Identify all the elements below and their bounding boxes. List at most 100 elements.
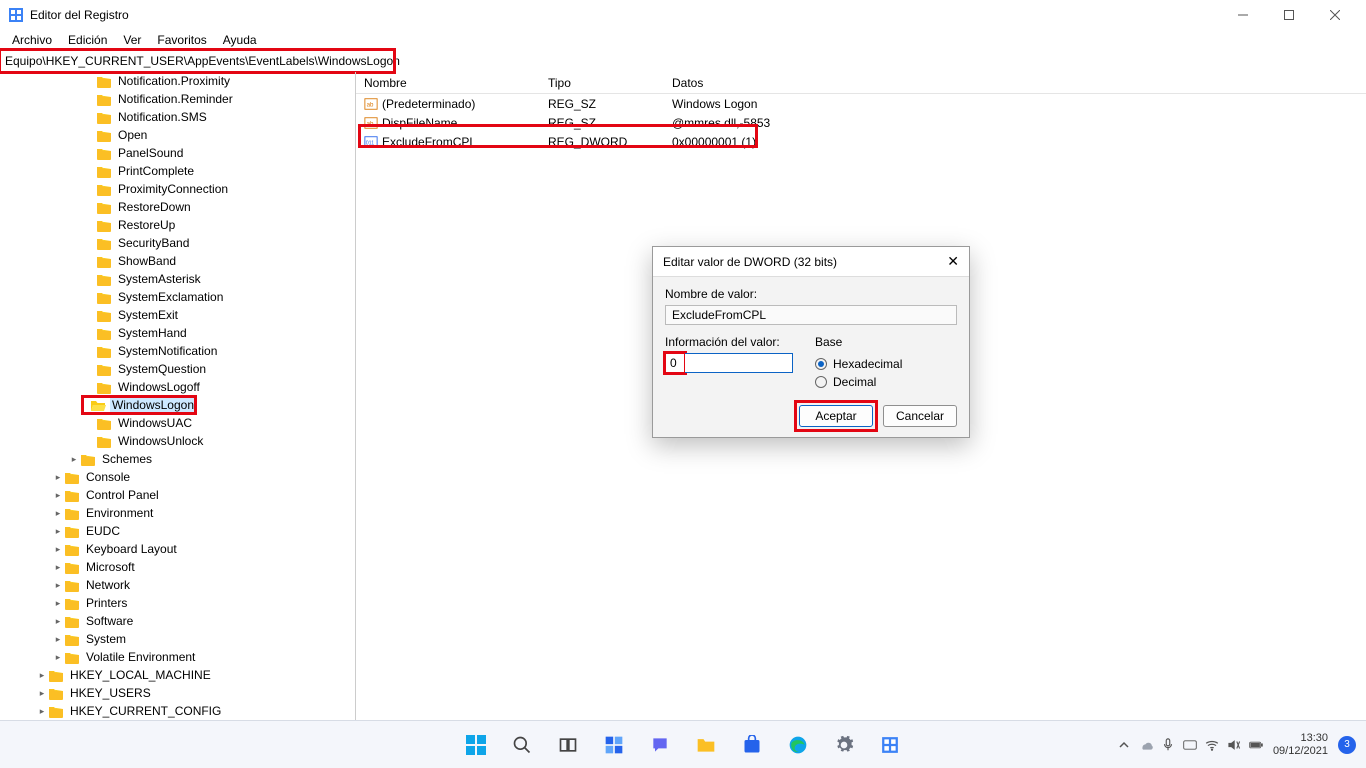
- menu-view[interactable]: Ver: [117, 33, 147, 47]
- tree-item[interactable]: SystemExclamation: [0, 288, 355, 306]
- tree-item[interactable]: ▸Software: [0, 612, 355, 630]
- tree-item[interactable]: Notification.Reminder: [0, 90, 355, 108]
- list-pane[interactable]: Nombre Tipo Datos ab(Predeterminado)REG_…: [356, 72, 1366, 720]
- tree-item[interactable]: ▸Schemes: [0, 450, 355, 468]
- expand-chevron-icon[interactable]: ▸: [52, 562, 64, 573]
- tree-item[interactable]: SystemHand: [0, 324, 355, 342]
- tree-item[interactable]: WindowsUnlock: [0, 432, 355, 450]
- tree-item[interactable]: RestoreUp: [0, 216, 355, 234]
- tree-pane[interactable]: Notification.ProximityNotification.Remin…: [0, 72, 356, 720]
- taskview-icon[interactable]: [548, 725, 588, 765]
- list-header[interactable]: Nombre Tipo Datos: [356, 72, 1366, 94]
- maximize-button[interactable]: [1266, 0, 1312, 30]
- tree-item[interactable]: WindowsLogon: [82, 396, 196, 414]
- regedit-taskbar-icon[interactable]: [870, 725, 910, 765]
- folder-icon: [96, 75, 112, 88]
- tree-item[interactable]: ▸Control Panel: [0, 486, 355, 504]
- tree-item[interactable]: SystemQuestion: [0, 360, 355, 378]
- expand-chevron-icon[interactable]: ▸: [52, 634, 64, 645]
- expand-chevron-icon[interactable]: ▸: [52, 490, 64, 501]
- folder-icon: [64, 615, 80, 628]
- expand-chevron-icon[interactable]: ▸: [52, 616, 64, 627]
- expand-chevron-icon[interactable]: ▸: [36, 706, 48, 717]
- onedrive-icon[interactable]: [1139, 738, 1153, 752]
- tree-item[interactable]: ShowBand: [0, 252, 355, 270]
- tree-item[interactable]: ▸Microsoft: [0, 558, 355, 576]
- tree-item[interactable]: ▸Printers: [0, 594, 355, 612]
- search-icon[interactable]: [502, 725, 542, 765]
- expand-chevron-icon[interactable]: ▸: [68, 454, 80, 465]
- dialog-data-input[interactable]: [685, 353, 793, 373]
- tree-item[interactable]: ▸HKEY_USERS: [0, 684, 355, 702]
- start-button[interactable]: [456, 725, 496, 765]
- taskbar-clock[interactable]: 13:30 09/12/2021: [1273, 732, 1328, 758]
- menu-edit[interactable]: Edición: [62, 33, 113, 47]
- tray-chevron-icon[interactable]: [1117, 738, 1131, 752]
- tree-item[interactable]: SystemExit: [0, 306, 355, 324]
- tree-item[interactable]: SystemNotification: [0, 342, 355, 360]
- dialog-cancel-button[interactable]: Cancelar: [883, 405, 957, 427]
- tree-item[interactable]: Open: [0, 126, 355, 144]
- col-name[interactable]: Nombre: [364, 76, 548, 90]
- dialog-data-input-hl[interactable]: [665, 353, 685, 373]
- expand-chevron-icon[interactable]: ▸: [52, 472, 64, 483]
- tree-item[interactable]: ▸Network: [0, 576, 355, 594]
- expand-chevron-icon[interactable]: ▸: [36, 670, 48, 681]
- settings-icon[interactable]: [824, 725, 864, 765]
- tree-item[interactable]: PanelSound: [0, 144, 355, 162]
- expand-chevron-icon[interactable]: ▸: [52, 580, 64, 591]
- list-row[interactable]: ab(Predeterminado)REG_SZWindows Logon: [356, 94, 1366, 113]
- tree-item[interactable]: SystemAsterisk: [0, 270, 355, 288]
- mic-icon[interactable]: [1161, 738, 1175, 752]
- tree-item[interactable]: ▸HKEY_LOCAL_MACHINE: [0, 666, 355, 684]
- tree-item[interactable]: RestoreDown: [0, 198, 355, 216]
- radio-hex[interactable]: Hexadecimal: [815, 357, 902, 371]
- tree-item[interactable]: WindowsUAC: [0, 414, 355, 432]
- tree-item[interactable]: SecurityBand: [0, 234, 355, 252]
- tree-item[interactable]: ▸HKEY_CURRENT_CONFIG: [0, 702, 355, 720]
- dialog-ok-button[interactable]: Aceptar: [799, 405, 873, 427]
- dialog-close-icon[interactable]: ✕: [947, 253, 959, 270]
- expand-chevron-icon[interactable]: ▸: [52, 544, 64, 555]
- radio-dec[interactable]: Decimal: [815, 375, 902, 389]
- language-icon[interactable]: [1183, 738, 1197, 752]
- tree-item[interactable]: WindowsLogoff: [0, 378, 355, 396]
- address-bar[interactable]: Equipo\HKEY_CURRENT_USER\AppEvents\Event…: [0, 50, 394, 72]
- store-icon[interactable]: [732, 725, 772, 765]
- expand-chevron-icon[interactable]: ▸: [52, 652, 64, 663]
- expand-chevron-icon[interactable]: ▸: [52, 526, 64, 537]
- tree-item[interactable]: ▸EUDC: [0, 522, 355, 540]
- widgets-icon[interactable]: [594, 725, 634, 765]
- taskbar[interactable]: 13:30 09/12/2021 3: [0, 720, 1366, 768]
- tree-item[interactable]: ▸Environment: [0, 504, 355, 522]
- folder-icon: [64, 633, 80, 646]
- col-type[interactable]: Tipo: [548, 76, 672, 90]
- minimize-button[interactable]: [1220, 0, 1266, 30]
- expand-chevron-icon[interactable]: ▸: [52, 598, 64, 609]
- menu-file[interactable]: Archivo: [6, 33, 58, 47]
- tree-item[interactable]: ▸Keyboard Layout: [0, 540, 355, 558]
- tree-item[interactable]: ▸Console: [0, 468, 355, 486]
- tree-item[interactable]: Notification.Proximity: [0, 72, 355, 90]
- tree-item[interactable]: ProximityConnection: [0, 180, 355, 198]
- battery-icon[interactable]: [1249, 738, 1263, 752]
- tree-item[interactable]: ▸System: [0, 630, 355, 648]
- menu-favorites[interactable]: Favoritos: [151, 33, 212, 47]
- expand-chevron-icon[interactable]: ▸: [36, 688, 48, 699]
- folder-icon: [96, 417, 112, 430]
- volume-icon[interactable]: [1227, 738, 1241, 752]
- tree-item[interactable]: PrintComplete: [0, 162, 355, 180]
- tree-item[interactable]: Notification.SMS: [0, 108, 355, 126]
- explorer-icon[interactable]: [686, 725, 726, 765]
- chat-icon[interactable]: [640, 725, 680, 765]
- menu-help[interactable]: Ayuda: [217, 33, 263, 47]
- folder-icon: [96, 183, 112, 196]
- tree-item[interactable]: ▸Volatile Environment: [0, 648, 355, 666]
- wifi-icon[interactable]: [1205, 738, 1219, 752]
- close-button[interactable]: [1312, 0, 1358, 30]
- notification-badge[interactable]: 3: [1338, 736, 1356, 754]
- edge-icon[interactable]: [778, 725, 818, 765]
- expand-chevron-icon[interactable]: ▸: [52, 508, 64, 519]
- col-data[interactable]: Datos: [672, 76, 1366, 90]
- folder-icon: [96, 273, 112, 286]
